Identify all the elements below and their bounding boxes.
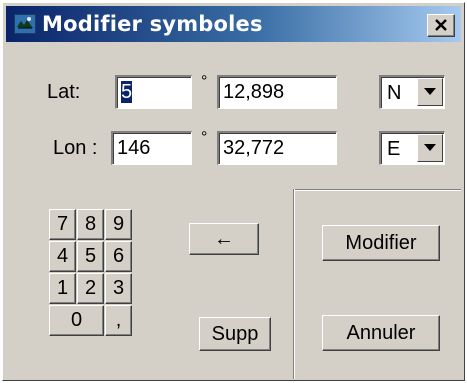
lon-minutes-field[interactable]: 32,772 [217, 131, 337, 165]
keypad-key-1[interactable]: 1 [49, 273, 76, 304]
backspace-arrow-icon: ← [214, 228, 234, 250]
modifier-button[interactable]: Modifier [322, 225, 440, 261]
keypad-key-4[interactable]: 4 [49, 241, 76, 272]
lon-label: Lon : [53, 137, 98, 159]
keypad-key-8[interactable]: 8 [77, 209, 104, 240]
close-button[interactable] [427, 14, 455, 37]
keypad-key-6[interactable]: 6 [105, 241, 132, 272]
keypad-key-9[interactable]: 9 [105, 209, 132, 240]
horizontal-divider [293, 189, 461, 191]
annuler-button[interactable]: Annuler [322, 315, 440, 351]
lat-label: Lat: [47, 81, 81, 103]
lat-minutes-field[interactable]: 12,898 [217, 75, 337, 109]
lat-degree-symbol: ° [201, 73, 208, 90]
lat-hemisphere-select[interactable]: N [379, 75, 445, 109]
backspace-button[interactable]: ← [189, 223, 259, 255]
lon-dropdown-button[interactable] [417, 134, 443, 162]
keypad-key-5[interactable]: 5 [77, 241, 104, 272]
window-title: Modifier symboles [42, 12, 263, 36]
lon-degree-symbol: ° [201, 129, 208, 146]
keypad-key-3[interactable]: 3 [105, 273, 132, 304]
chevron-down-icon [424, 88, 436, 95]
keypad-key-decimal[interactable]: , [105, 305, 132, 336]
lat-degrees-field[interactable]: 5 [115, 75, 192, 109]
vertical-divider [293, 189, 295, 379]
lat-dropdown-button[interactable] [417, 78, 443, 106]
keypad-key-7[interactable]: 7 [49, 209, 76, 240]
lon-hemisphere-value: E [387, 138, 401, 160]
keypad-key-0[interactable]: 0 [49, 305, 104, 336]
keypad-key-2[interactable]: 2 [77, 273, 104, 304]
app-icon [14, 14, 36, 34]
close-icon [435, 19, 447, 31]
chevron-down-icon [424, 144, 436, 151]
title-bar[interactable]: Modifier symboles [6, 6, 461, 42]
dialog-window: Modifier symboles Lat: 5 ° 12,898 N Lon … [2, 2, 465, 381]
lon-degrees-field[interactable]: 146 [111, 131, 192, 165]
lat-hemisphere-value: N [387, 82, 402, 104]
lon-hemisphere-select[interactable]: E [379, 131, 445, 165]
supp-button[interactable]: Supp [199, 317, 271, 351]
lat-degrees-value: 5 [121, 81, 133, 103]
